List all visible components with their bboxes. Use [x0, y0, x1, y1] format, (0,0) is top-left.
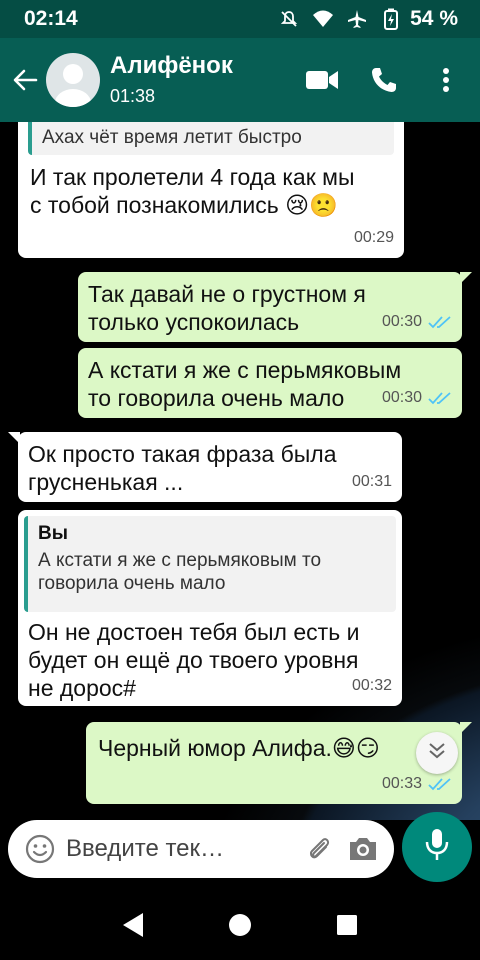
- message-time: 00:32: [351, 677, 392, 694]
- message-input-container: [8, 820, 394, 878]
- battery-icon: [380, 8, 402, 30]
- wifi-icon: [312, 8, 334, 30]
- message-time: 00:30: [382, 308, 452, 336]
- message-outgoing[interactable]: Черный юмор Алифа.😅😏 00:33: [86, 722, 472, 804]
- quote-author: Вы: [38, 523, 68, 544]
- contact-info[interactable]: Алифёнок 01:38: [110, 52, 302, 108]
- message-time: 00:30: [382, 384, 452, 412]
- video-call-icon[interactable]: [302, 60, 342, 100]
- message-incoming[interactable]: Ахах чёт время летит быстро И так пролет…: [18, 122, 404, 258]
- phone-icon[interactable]: [364, 60, 404, 100]
- chat-header: Алифёнок 01:38: [0, 38, 480, 122]
- message-incoming[interactable]: Ок просто такая фраза была грусненькая .…: [8, 432, 402, 502]
- home-circle-icon[interactable]: [220, 905, 260, 945]
- message-emoji: 😅😏: [331, 736, 380, 762]
- status-bar: 02:14 54 %: [0, 0, 480, 38]
- attach-icon[interactable]: [302, 832, 336, 866]
- message-incoming[interactable]: Вы А кстати я же с перьмяковым то говори…: [18, 510, 402, 706]
- quote-text-line: А кстати я же с перьмяковым то: [38, 550, 322, 571]
- message-time: 00:31: [351, 473, 392, 490]
- system-navigation-bar: [0, 890, 480, 960]
- message-text-line: И так пролетели 4 года как мы: [30, 164, 355, 190]
- message-outgoing[interactable]: Так давай не о грустном я только успокои…: [78, 272, 472, 342]
- message-text-line: с тобой познакомились: [30, 192, 279, 218]
- message-input[interactable]: [66, 835, 292, 863]
- message-time: 00:29: [353, 229, 394, 246]
- airplane-icon: [346, 8, 368, 30]
- status-time: 02:14: [24, 7, 78, 30]
- back-arrow-icon[interactable]: [8, 60, 42, 100]
- double-chevron-down-icon: [427, 742, 447, 765]
- read-ticks-icon: [428, 391, 452, 405]
- message-outgoing[interactable]: А кстати я же с перьмяковым то говорила …: [78, 348, 462, 418]
- quoted-message[interactable]: Вы А кстати я же с перьмяковым то говори…: [24, 516, 396, 612]
- input-bar: [0, 812, 480, 890]
- emoji-icon[interactable]: [24, 833, 56, 865]
- quoted-message[interactable]: Ахах чёт время летит быстро: [28, 122, 394, 155]
- last-seen: 01:38: [110, 86, 156, 106]
- message-text-line: А кстати я же с перьмяковым: [88, 357, 402, 383]
- message-text-line: Ок просто такая фраза была: [28, 441, 337, 467]
- recents-square-icon[interactable]: [327, 905, 367, 945]
- avatar[interactable]: [46, 53, 100, 107]
- mic-icon: [425, 828, 449, 867]
- mic-button[interactable]: [402, 812, 472, 882]
- scroll-down-button[interactable]: [416, 732, 458, 774]
- read-ticks-icon: [428, 315, 452, 329]
- message-text-line: Черный юмор Алифа.: [98, 735, 332, 761]
- message-text-line: не дорос#: [28, 675, 136, 701]
- message-text-line: Он не достоен тебя был есть и: [28, 619, 360, 645]
- message-text-line: будет он ещё до твоего уровня: [28, 647, 359, 673]
- message-text-line: грусненькая ...: [28, 469, 184, 495]
- battery-percentage: 54 %: [410, 7, 458, 30]
- mute-icon: [278, 8, 300, 30]
- message-emoji: 😢🙁: [285, 193, 338, 219]
- message-time: 00:33: [382, 770, 452, 798]
- quote-text: Ахах чёт время летит быстро: [42, 127, 302, 148]
- chat-area[interactable]: Ахах чёт время летит быстро И так пролет…: [0, 122, 480, 820]
- read-ticks-icon: [428, 777, 452, 791]
- more-vert-icon[interactable]: [426, 60, 466, 100]
- back-triangle-icon[interactable]: [113, 905, 153, 945]
- message-text-line: Так давай не о грустном я: [88, 281, 366, 307]
- camera-icon[interactable]: [346, 832, 380, 866]
- quote-text-line: говорила очень мало: [38, 573, 226, 594]
- contact-name: Алифёнок: [110, 52, 233, 79]
